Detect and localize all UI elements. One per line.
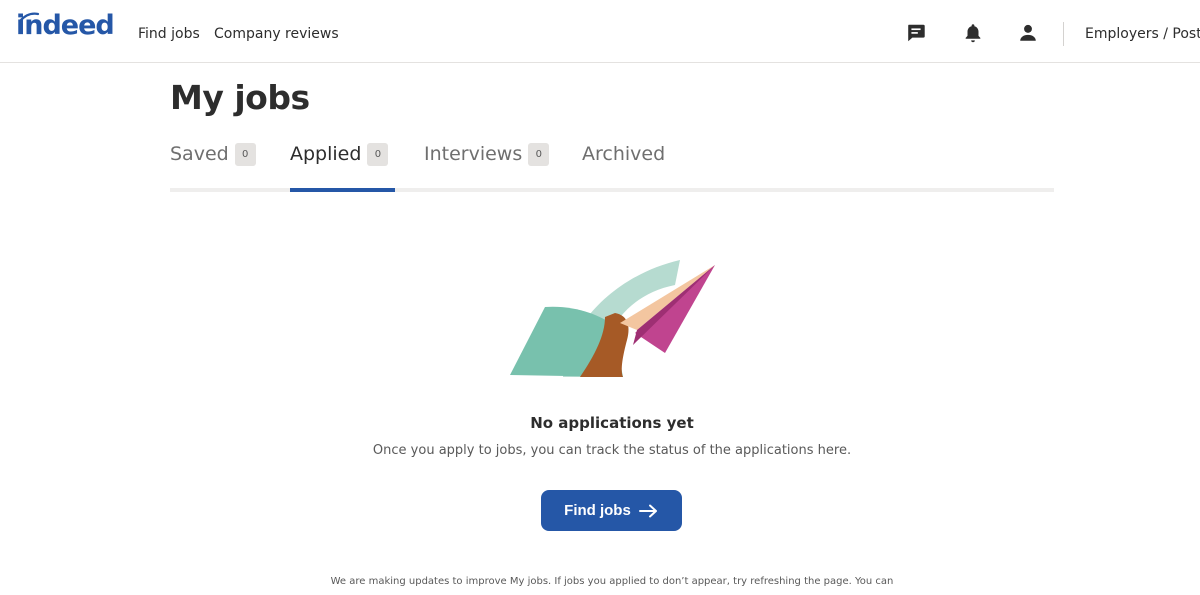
active-tab-indicator — [290, 188, 395, 192]
empty-state-title: No applications yet — [530, 414, 694, 432]
employers-post-job-link[interactable]: Employers / Post Jo — [1085, 26, 1200, 42]
empty-state-description: Once you apply to jobs, you can track th… — [372, 443, 852, 458]
tab-applied-count: 0 — [367, 142, 389, 166]
messages-icon[interactable] — [905, 22, 927, 44]
tab-saved-label: Saved — [170, 143, 229, 165]
top-header: indeed Find jobs Company reviews Employe… — [0, 0, 1200, 63]
indeed-logo[interactable]: indeed — [16, 10, 115, 41]
find-jobs-button-label: Find jobs — [564, 502, 631, 519]
tab-saved-count: 0 — [234, 142, 256, 166]
header-divider — [1063, 22, 1064, 46]
arrow-right-icon — [638, 504, 657, 517]
tab-interviews[interactable]: Interviews 0 — [424, 140, 550, 194]
tab-applied[interactable]: Applied 0 — [290, 140, 395, 194]
find-jobs-button[interactable]: Find jobs — [541, 490, 682, 531]
updates-footnote: We are making updates to improve My jobs… — [330, 576, 894, 587]
tab-interviews-count: 0 — [528, 142, 550, 166]
notifications-icon[interactable] — [962, 22, 984, 44]
tab-saved[interactable]: Saved 0 — [170, 140, 256, 194]
tab-applied-label: Applied — [290, 143, 362, 165]
page-title: My jobs — [170, 78, 310, 117]
tab-archived-label: Archived — [582, 143, 666, 165]
profile-icon[interactable] — [1017, 22, 1039, 44]
nav-find-jobs[interactable]: Find jobs — [138, 26, 200, 42]
paper-plane-illustration — [510, 260, 715, 377]
my-jobs-tabs: Saved 0 Applied 0 Interviews 0 Archived — [170, 140, 1054, 194]
tab-interviews-label: Interviews — [424, 143, 523, 165]
nav-company-reviews[interactable]: Company reviews — [214, 26, 339, 42]
tab-archived[interactable]: Archived — [582, 140, 665, 194]
